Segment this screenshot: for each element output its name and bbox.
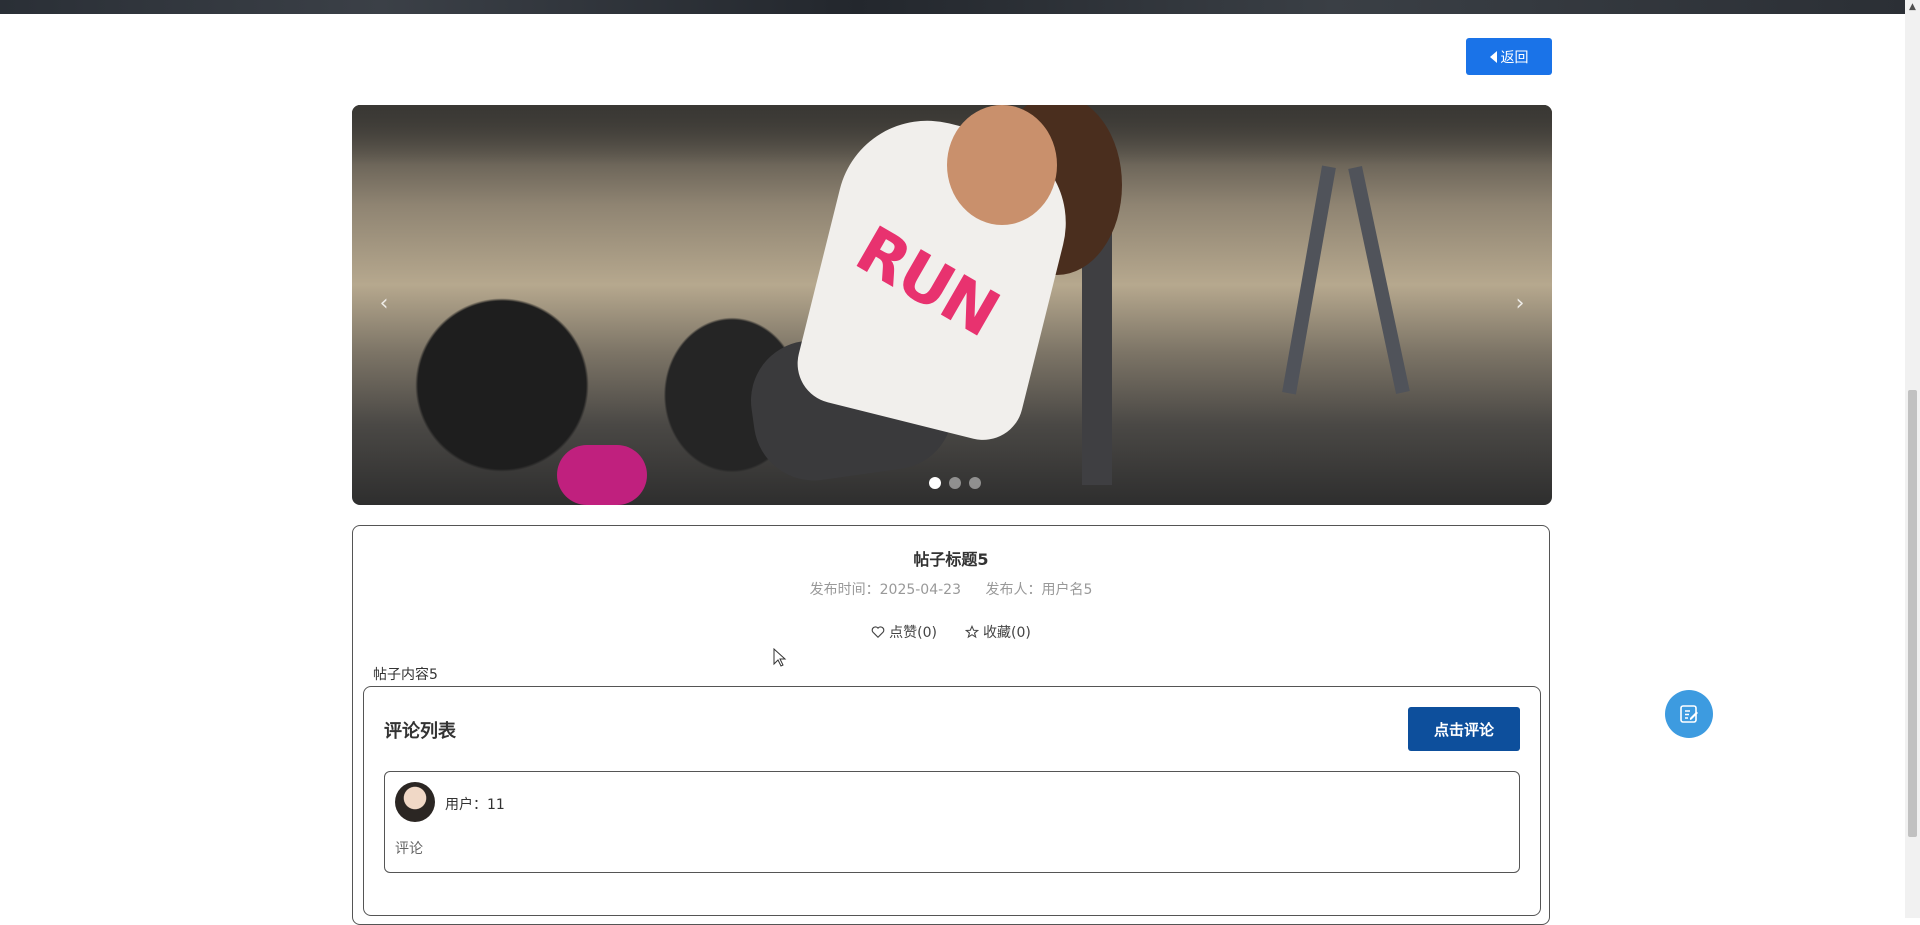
post-title: 帖子标题5	[913, 550, 989, 569]
carousel-next-button[interactable]: ›	[1502, 287, 1538, 323]
post-author: 发布人：用户名5	[985, 582, 1093, 598]
carousel-dot-1[interactable]	[929, 477, 941, 489]
caret-left-icon	[1489, 50, 1497, 63]
top-banner-strip	[0, 0, 1905, 14]
floating-compose-button[interactable]	[1665, 690, 1713, 738]
back-button-label: 返回	[1500, 48, 1529, 65]
like-label: 点赞(0)	[889, 625, 937, 641]
post-actions: 点赞(0) 收藏(0)	[353, 622, 1549, 642]
vertical-scrollbar[interactable]: ▲	[1905, 0, 1920, 918]
back-button[interactable]: 返回	[1466, 38, 1552, 75]
post-detail-card: 帖子标题5 发布时间：2025-04-23 发布人：用户名5 点赞(0) 收藏(…	[352, 525, 1550, 925]
comment-text: 评论	[395, 841, 423, 857]
scroll-up-arrow-icon[interactable]: ▲	[1905, 0, 1920, 14]
heart-icon	[871, 626, 885, 639]
comment-list-heading: 评论列表	[384, 721, 456, 742]
carousel-indicators	[929, 477, 981, 489]
carousel-prev-button[interactable]: ‹	[366, 287, 402, 323]
chevron-right-icon: ›	[1515, 291, 1525, 316]
chevron-left-icon: ‹	[379, 291, 389, 316]
add-comment-button[interactable]: 点击评论	[1408, 707, 1520, 751]
comment-item: 用户：11 评论	[384, 771, 1520, 873]
post-content: 帖子内容5	[373, 667, 438, 683]
avatar	[395, 782, 435, 822]
star-icon	[965, 625, 979, 639]
comment-list-panel: 评论列表 点击评论 用户：11 评论	[363, 686, 1541, 916]
favorite-label: 收藏(0)	[983, 625, 1031, 641]
image-carousel[interactable]: RUN ‹ ›	[352, 105, 1552, 505]
scrollbar-thumb[interactable]	[1908, 390, 1917, 837]
favorite-button[interactable]: 收藏(0)	[965, 622, 1031, 642]
post-meta: 发布时间：2025-04-23 发布人：用户名5	[353, 579, 1549, 599]
carousel-dot-2[interactable]	[949, 477, 961, 489]
edit-note-icon	[1680, 705, 1698, 723]
comment-user: 用户：11	[445, 797, 505, 813]
carousel-dot-3[interactable]	[969, 477, 981, 489]
like-button[interactable]: 点赞(0)	[871, 622, 937, 642]
publish-time: 发布时间：2025-04-23	[809, 582, 961, 598]
